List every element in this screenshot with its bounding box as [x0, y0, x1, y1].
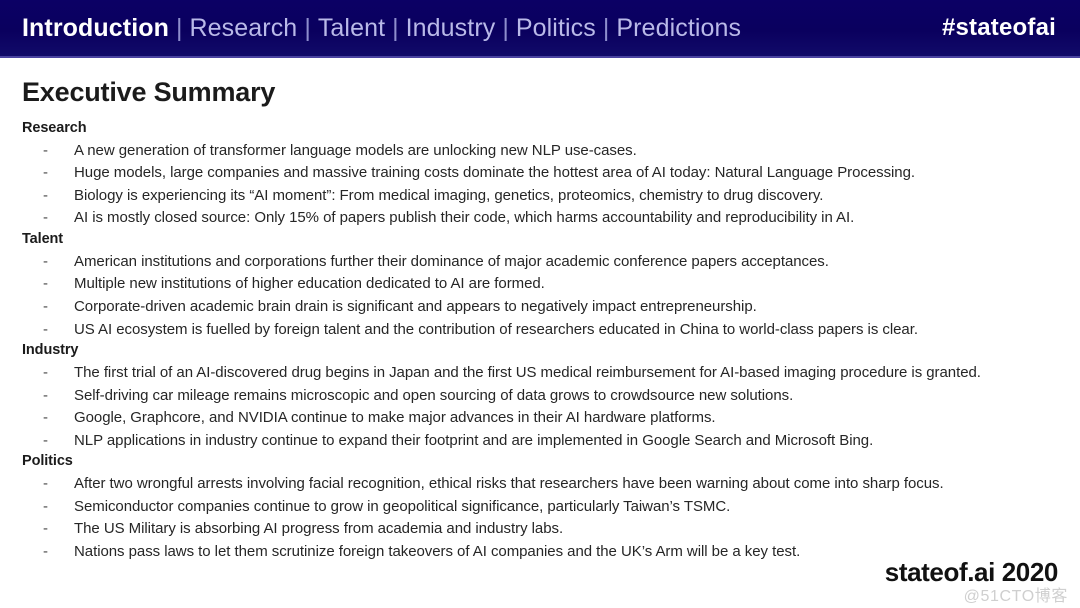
- bullet-dash-icon: -: [43, 497, 48, 515]
- bullet-text: US AI ecosystem is fuelled by foreign ta…: [74, 320, 918, 338]
- slide-content: Executive Summary Research - A new generat…: [0, 58, 1080, 608]
- bullet-list: - After two wrongful arrests involving fa…: [22, 473, 1062, 563]
- bullet-item: - Biology is experiencing its “AI moment”…: [22, 185, 1062, 208]
- nav-item-politics[interactable]: Politics: [516, 14, 596, 43]
- slide-root: Introduction | Research | Talent | Industry | Po…: [0, 0, 1080, 608]
- nav-separator: |: [602, 13, 610, 42]
- nav-separator: |: [392, 13, 399, 42]
- bullet-text: Nations pass laws to let them scrutinize…: [74, 542, 801, 560]
- bullet-item: - Multiple new institutions of higher edu…: [22, 273, 1062, 296]
- bullet-list: - A new generation of transformer languag…: [22, 140, 1062, 230]
- page-title: Executive Summary: [22, 77, 276, 107]
- bullet-dash-icon: -: [43, 275, 48, 293]
- top-navigation-bar: Introduction | Research | Talent | Industry | Po…: [0, 0, 1080, 58]
- bullet-dash-icon: -: [43, 363, 48, 381]
- bullet-text: The US Military is absorbing AI progress…: [74, 520, 564, 538]
- bullet-text: Semiconductor companies continue to grow…: [74, 497, 731, 515]
- bullet-item: - The US Military is absorbing AI progres…: [22, 518, 1062, 541]
- sections-container: Research - A new generation of transformer…: [22, 119, 1062, 564]
- bullet-dash-icon: -: [43, 164, 48, 182]
- bullet-item: - AI is mostly closed source: Only 15% of…: [22, 207, 1062, 230]
- hashtag-label: #stateofai: [941, 14, 1056, 41]
- bullet-item: - A new generation of transformer languag…: [22, 140, 1062, 163]
- nav-item-industry[interactable]: Industry: [406, 14, 496, 43]
- bullet-text: Huge models, large companies and massive…: [74, 164, 916, 182]
- nav-separator: |: [304, 13, 311, 42]
- watermark-label: @51CTO博客: [963, 588, 1068, 605]
- nav-item-introduction[interactable]: Introduction: [22, 14, 169, 43]
- section-heading: Politics: [22, 453, 73, 470]
- bullet-text: NLP applications in industry continue to…: [74, 431, 874, 449]
- section-heading: Industry: [22, 342, 79, 359]
- bullet-dash-icon: -: [43, 209, 48, 227]
- bullet-item: - Self-driving car mileage remains micros…: [22, 385, 1062, 408]
- bullet-dash-icon: -: [43, 431, 48, 449]
- bullet-dash-icon: -: [43, 141, 48, 159]
- bullet-text: Corporate-driven academic brain drain is…: [74, 297, 757, 315]
- nav-separator: |: [176, 13, 183, 42]
- bullet-list: - American institutions and corporations …: [22, 251, 1062, 341]
- bullet-dash-icon: -: [43, 520, 48, 538]
- bullet-text: After two wrongful arrests involving fac…: [74, 475, 944, 493]
- bullet-dash-icon: -: [43, 297, 48, 315]
- bullet-item: - Huge models, large companies and massiv…: [22, 162, 1062, 185]
- bullet-item: - The first trial of an AI-discovered dru…: [22, 362, 1062, 385]
- bullet-text: Self-driving car mileage remains microsc…: [74, 386, 794, 404]
- nav-item-list: Introduction | Research | Talent | Industry | Po…: [22, 14, 942, 43]
- bullet-text: A new generation of transformer language…: [74, 141, 637, 159]
- bullet-dash-icon: -: [43, 386, 48, 404]
- nav-item-research[interactable]: Research: [190, 14, 298, 43]
- bullet-text: AI is mostly closed source: Only 15% of …: [74, 209, 855, 227]
- bullet-item: - Google, Graphcore, and NVIDIA continue …: [22, 407, 1062, 430]
- bullet-text: The first trial of an AI-discovered drug…: [74, 363, 981, 381]
- bullet-list: - The first trial of an AI-discovered dru…: [22, 362, 1062, 452]
- bullet-item: - Semiconductor companies continue to gro…: [22, 496, 1062, 519]
- bullet-item: - American institutions and corporations …: [22, 251, 1062, 274]
- bullet-item: - NLP applications in industry continue t…: [22, 430, 1062, 453]
- section-heading: Research: [22, 119, 87, 136]
- nav-item-talent[interactable]: Talent: [318, 14, 385, 43]
- bullet-text: Multiple new institutions of higher educ…: [74, 275, 545, 293]
- bullet-item: - Corporate-driven academic brain drain i…: [22, 296, 1062, 319]
- bullet-item: - US AI ecosystem is fuelled by foreign t…: [22, 319, 1062, 342]
- nav-separator: |: [502, 13, 509, 42]
- bullet-text: American institutions and corporations f…: [74, 252, 829, 270]
- section-heading: Talent: [22, 230, 64, 247]
- bullet-text: Biology is experiencing its “AI moment”:…: [74, 186, 824, 204]
- section-research: Research - A new generation of transformer…: [22, 119, 1062, 230]
- bullet-text: Google, Graphcore, and NVIDIA continue t…: [74, 409, 716, 427]
- section-industry: Industry - The first trial of an AI-discov…: [22, 341, 1062, 452]
- section-talent: Talent - American institutions and corpora…: [22, 230, 1062, 341]
- bullet-dash-icon: -: [43, 475, 48, 493]
- bullet-item: - After two wrongful arrests involving fa…: [22, 473, 1062, 496]
- bullet-dash-icon: -: [43, 542, 48, 560]
- bullet-dash-icon: -: [43, 409, 48, 427]
- section-politics: Politics - After two wrongful arrests invo…: [22, 452, 1062, 563]
- bullet-dash-icon: -: [43, 186, 48, 204]
- bullet-dash-icon: -: [43, 320, 48, 338]
- nav-item-predictions[interactable]: Predictions: [616, 14, 741, 43]
- bullet-dash-icon: -: [43, 252, 48, 270]
